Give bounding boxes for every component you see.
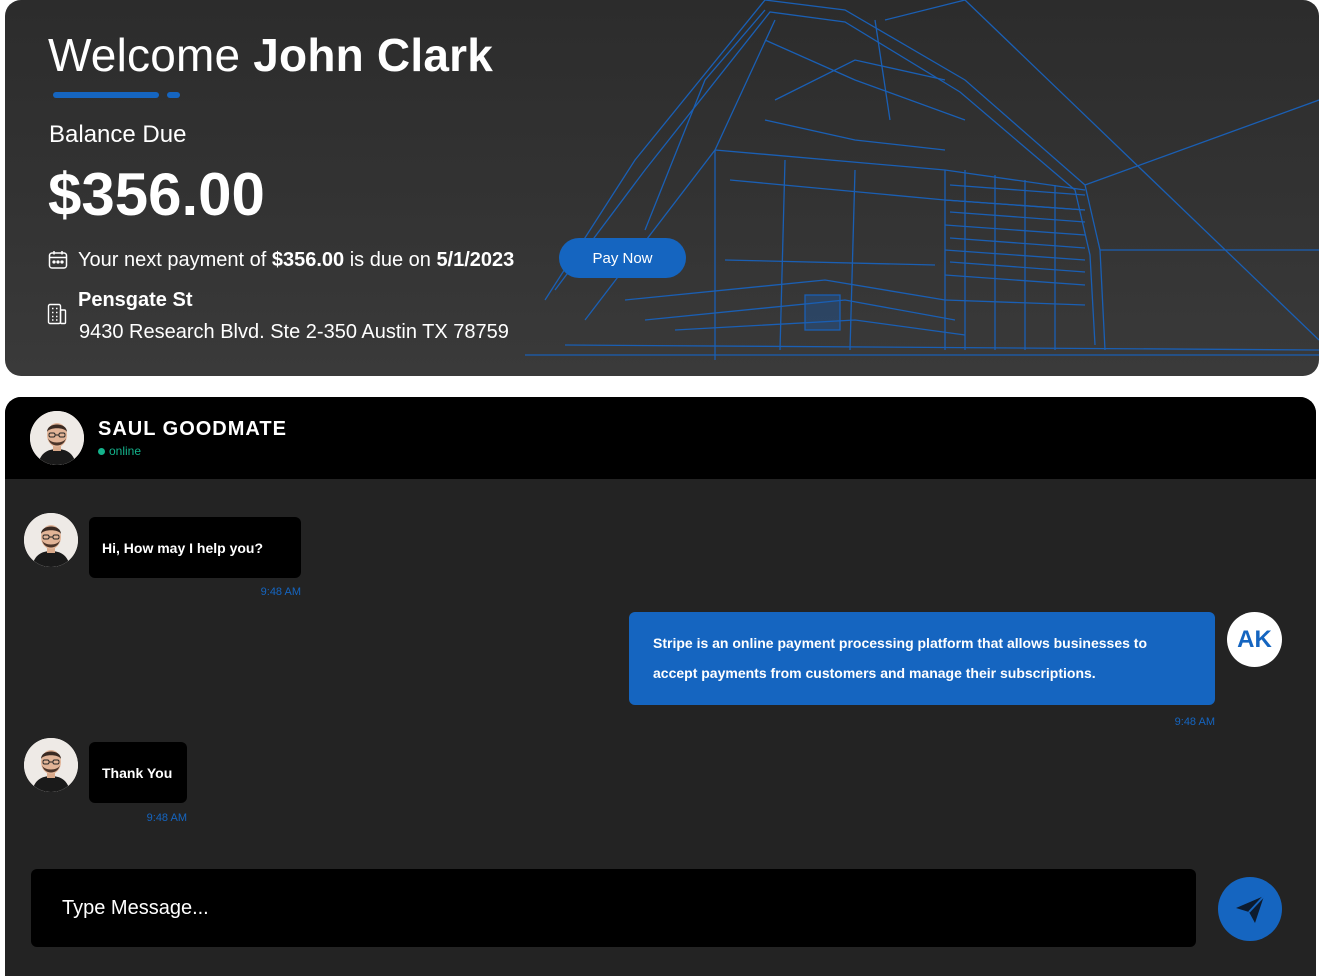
contact-avatar: [24, 738, 78, 792]
user-avatar-initials: AK: [1227, 612, 1282, 667]
due-amount: $356.00: [271, 248, 345, 271]
next-payment-notice: Your next payment of $356.00 is due on 5…: [48, 246, 514, 274]
status-label: online: [109, 444, 142, 458]
message-input[interactable]: [31, 869, 1196, 947]
calendar-icon: [48, 251, 68, 269]
balance-due-amount: $356.00: [48, 161, 265, 228]
person-avatar-image: [24, 738, 78, 792]
person-avatar-image: [24, 513, 78, 567]
user-name: John Clark: [253, 29, 493, 81]
property-name: Pensgate St: [78, 289, 193, 311]
paper-plane-icon: [1236, 895, 1265, 923]
message-timestamp: 9:48 AM: [1174, 716, 1215, 728]
online-status-dot: [98, 447, 105, 455]
chat-panel: SAUL GOODMATE online Hi, How may I help …: [5, 397, 1316, 976]
heading-underline: [53, 92, 159, 98]
due-text-prefix: Your next payment of: [78, 248, 267, 271]
message-bubble-outgoing: Stripe is an online payment processing p…: [629, 612, 1215, 705]
person-avatar-image: [30, 411, 84, 465]
pay-now-button[interactable]: Pay Now: [559, 238, 686, 278]
balance-banner: Welcome John Clark Balance Due $356.00 Y…: [5, 0, 1319, 376]
due-date: 5/1/2023: [436, 248, 515, 271]
chat-header: SAUL GOODMATE online: [5, 397, 1316, 479]
message-bubble-incoming: Hi, How may I help you?: [89, 517, 301, 578]
contact-avatar: [24, 513, 78, 567]
message-timestamp: 9:48 AM: [260, 586, 301, 598]
message-bubble-incoming: Thank You: [89, 742, 187, 803]
message-timestamp: 9:48 AM: [146, 812, 187, 824]
contact-avatar[interactable]: [30, 411, 84, 465]
contact-status: online: [98, 444, 141, 458]
welcome-heading: Welcome John Clark: [48, 28, 493, 82]
balance-due-label: Balance Due: [49, 121, 187, 148]
send-button[interactable]: [1218, 877, 1282, 941]
due-text-middle: is due on: [349, 248, 431, 271]
contact-name: SAUL GOODMATE: [98, 418, 287, 440]
building-sketch-illustration: [525, 0, 1319, 360]
property-address: 9430 Research Blvd. Ste 2-350 Austin TX …: [79, 321, 509, 343]
heading-underline-dot: [167, 92, 180, 98]
welcome-prefix: Welcome: [48, 29, 241, 81]
building-icon: [47, 303, 67, 325]
